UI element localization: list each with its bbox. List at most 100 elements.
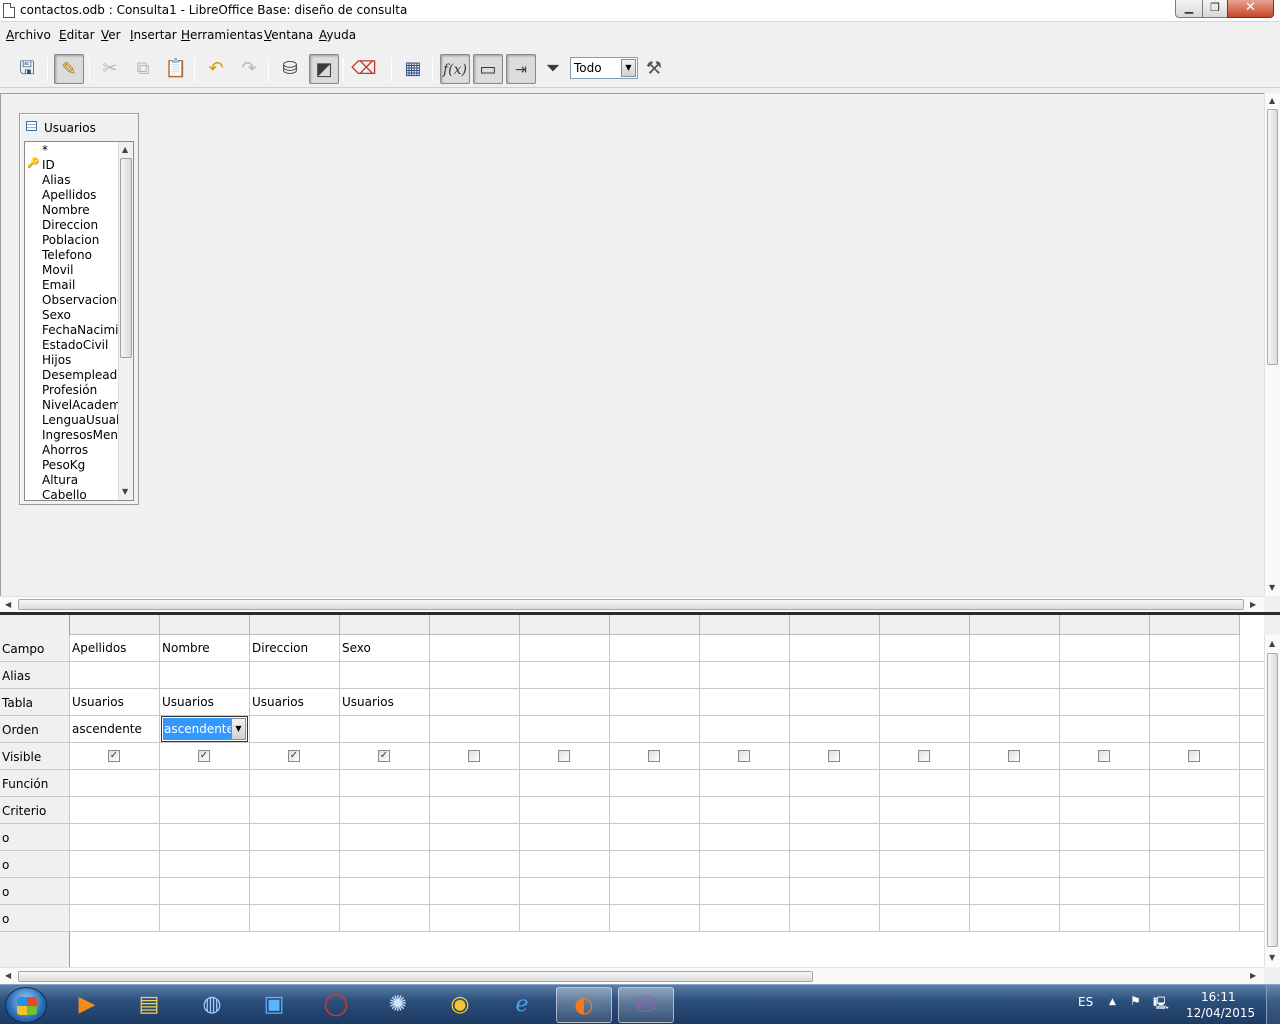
edit-mode-icon[interactable]: ✎	[54, 54, 84, 84]
campo-cell[interactable]: Direccion	[252, 641, 308, 655]
add-table-icon[interactable]: ▦	[398, 54, 428, 84]
scroll-thumb[interactable]	[18, 599, 1244, 610]
menu-insertar[interactable]: Insertar	[130, 28, 177, 42]
scroll-thumb[interactable]	[1267, 109, 1278, 365]
orden-selected-value[interactable]: ascendente	[163, 718, 234, 740]
visible-checkbox[interactable]	[918, 750, 930, 762]
file-explorer-icon[interactable]: ▤	[121, 987, 177, 1023]
field-item[interactable]: IngresosMensuales	[42, 428, 118, 443]
visible-checkbox[interactable]	[738, 750, 750, 762]
menu-archivo[interactable]: Archivo	[6, 28, 51, 42]
field-item[interactable]: Movil	[42, 263, 118, 278]
safari-icon[interactable]: ✺	[370, 987, 426, 1023]
alias-icon[interactable]: ⇥	[506, 54, 536, 84]
scroll-thumb[interactable]	[18, 971, 813, 982]
limit-select[interactable]: Todo ▼	[570, 57, 638, 79]
network-icon[interactable]: 🖳	[1153, 994, 1169, 1015]
field-item[interactable]: EstadoCivil	[42, 338, 118, 353]
visible-checkbox[interactable]: ✓	[288, 750, 300, 762]
scroll-down-icon[interactable]: ▼	[1269, 583, 1275, 592]
field-item[interactable]: Cabello	[42, 488, 118, 500]
campo-cell[interactable]: Sexo	[342, 641, 371, 655]
menu-herramientas[interactable]: Herramientas	[181, 28, 263, 42]
clock-time[interactable]: 16:11	[1201, 990, 1236, 1004]
orden-dropdown[interactable]: ascendente ▼	[161, 716, 248, 742]
visible-checkbox[interactable]: ✓	[198, 750, 210, 762]
visible-checkbox[interactable]	[1008, 750, 1020, 762]
field-item[interactable]: PesoKg	[42, 458, 118, 473]
scroll-down-icon[interactable]: ▼	[122, 487, 128, 496]
visible-checkbox[interactable]: ✓	[108, 750, 120, 762]
copy-icon[interactable]: ⧉	[128, 54, 158, 84]
column-header[interactable]	[430, 615, 520, 635]
visible-checkbox[interactable]	[1188, 750, 1200, 762]
grid-vertical-scrollbar[interactable]: ▲ ▼	[1264, 635, 1280, 967]
clear-query-icon[interactable]: ⌫	[349, 54, 379, 84]
field-item[interactable]: Apellidos	[42, 188, 118, 203]
minimize-button[interactable]: ▁	[1175, 0, 1203, 18]
action-center-flag-icon[interactable]: ⚑	[1130, 994, 1141, 1008]
tabla-cell[interactable]: Usuarios	[72, 695, 124, 709]
field-item[interactable]: Desempleado	[42, 368, 118, 383]
menu-ventana[interactable]: Ventana	[264, 28, 313, 42]
menu-editar[interactable]: Editar	[59, 28, 95, 42]
field-item[interactable]: Nombre	[42, 203, 118, 218]
start-button[interactable]	[5, 987, 47, 1023]
scroll-left-icon[interactable]: ◀	[5, 600, 11, 609]
field-item[interactable]: LenguaUsual	[42, 413, 118, 428]
redo-icon[interactable]: ↷	[234, 54, 264, 84]
column-header[interactable]	[520, 615, 610, 635]
table-name-icon[interactable]: ▭	[473, 54, 503, 84]
media-player-icon[interactable]: ▶	[59, 987, 115, 1023]
field-list[interactable]: 🔑 * ID Alias Apellidos Nombre Direccion Poblac…	[24, 141, 134, 501]
field-item[interactable]: Email	[42, 278, 118, 293]
field-item[interactable]: Direccion	[42, 218, 118, 233]
scroll-down-icon[interactable]: ▼	[1269, 953, 1275, 962]
field-item[interactable]: Hijos	[42, 353, 118, 368]
scroll-up-icon[interactable]: ▲	[122, 145, 128, 154]
field-item[interactable]: Poblacion	[42, 233, 118, 248]
maximize-button[interactable]: ❐	[1202, 0, 1228, 18]
cut-icon[interactable]: ✂	[95, 54, 125, 84]
scroll-up-icon[interactable]: ▲	[1269, 639, 1275, 648]
distinct-values-icon[interactable]: ⏷	[538, 54, 568, 84]
column-header[interactable]	[790, 615, 880, 635]
column-header[interactable]	[700, 615, 790, 635]
clock-date[interactable]: 12/04/2015	[1186, 1006, 1255, 1020]
paste-icon[interactable]: 📋	[161, 54, 191, 84]
orden-cell[interactable]: ascendente	[72, 722, 142, 736]
field-list-scrollbar[interactable]: ▲ ▼	[118, 142, 133, 500]
visible-checkbox[interactable]	[828, 750, 840, 762]
field-item[interactable]: Telefono	[42, 248, 118, 263]
maxthon-icon[interactable]: ▣	[246, 987, 302, 1023]
tabla-cell[interactable]: Usuarios	[342, 695, 394, 709]
column-header[interactable]	[70, 615, 160, 635]
visible-checkbox[interactable]	[558, 750, 570, 762]
functions-icon[interactable]: f(x)	[440, 54, 470, 84]
menu-ver[interactable]: Ver	[101, 28, 121, 42]
opera-icon[interactable]: ◯	[308, 987, 364, 1023]
visible-checkbox[interactable]	[1098, 750, 1110, 762]
column-header[interactable]	[160, 615, 250, 635]
chrome-icon[interactable]: ◉	[432, 987, 488, 1023]
chevron-down-icon[interactable]: ▼	[231, 718, 246, 740]
field-item[interactable]: *	[42, 143, 118, 158]
undo-icon[interactable]: ↶	[201, 54, 231, 84]
sql-native-icon[interactable]: ⚒	[639, 54, 669, 84]
show-hidden-icons-icon[interactable]: ▲	[1109, 997, 1116, 1007]
run-query-icon[interactable]: ⛁	[275, 54, 305, 84]
field-item[interactable]: Profesión	[42, 383, 118, 398]
table-window-usuarios[interactable]: Usuarios 🔑 * ID Alias Apellidos Nombre Direcc…	[19, 113, 139, 505]
field-item[interactable]: Alias	[42, 173, 118, 188]
close-button[interactable]: ✕	[1227, 0, 1274, 18]
design-view-icon[interactable]: ◩	[309, 54, 339, 84]
visible-checkbox[interactable]	[648, 750, 660, 762]
tabla-cell[interactable]: Usuarios	[252, 695, 304, 709]
internet-explorer-icon[interactable]: ℯ	[494, 987, 550, 1023]
visible-checkbox[interactable]: ✓	[378, 750, 390, 762]
scroll-right-icon[interactable]: ▶	[1250, 600, 1256, 609]
field-item[interactable]: NivelAcademico	[42, 398, 118, 413]
firefox-icon[interactable]: ◐	[556, 987, 612, 1023]
scroll-right-icon[interactable]: ▶	[1250, 971, 1256, 980]
menu-ayuda[interactable]: Ayuda	[319, 28, 356, 42]
